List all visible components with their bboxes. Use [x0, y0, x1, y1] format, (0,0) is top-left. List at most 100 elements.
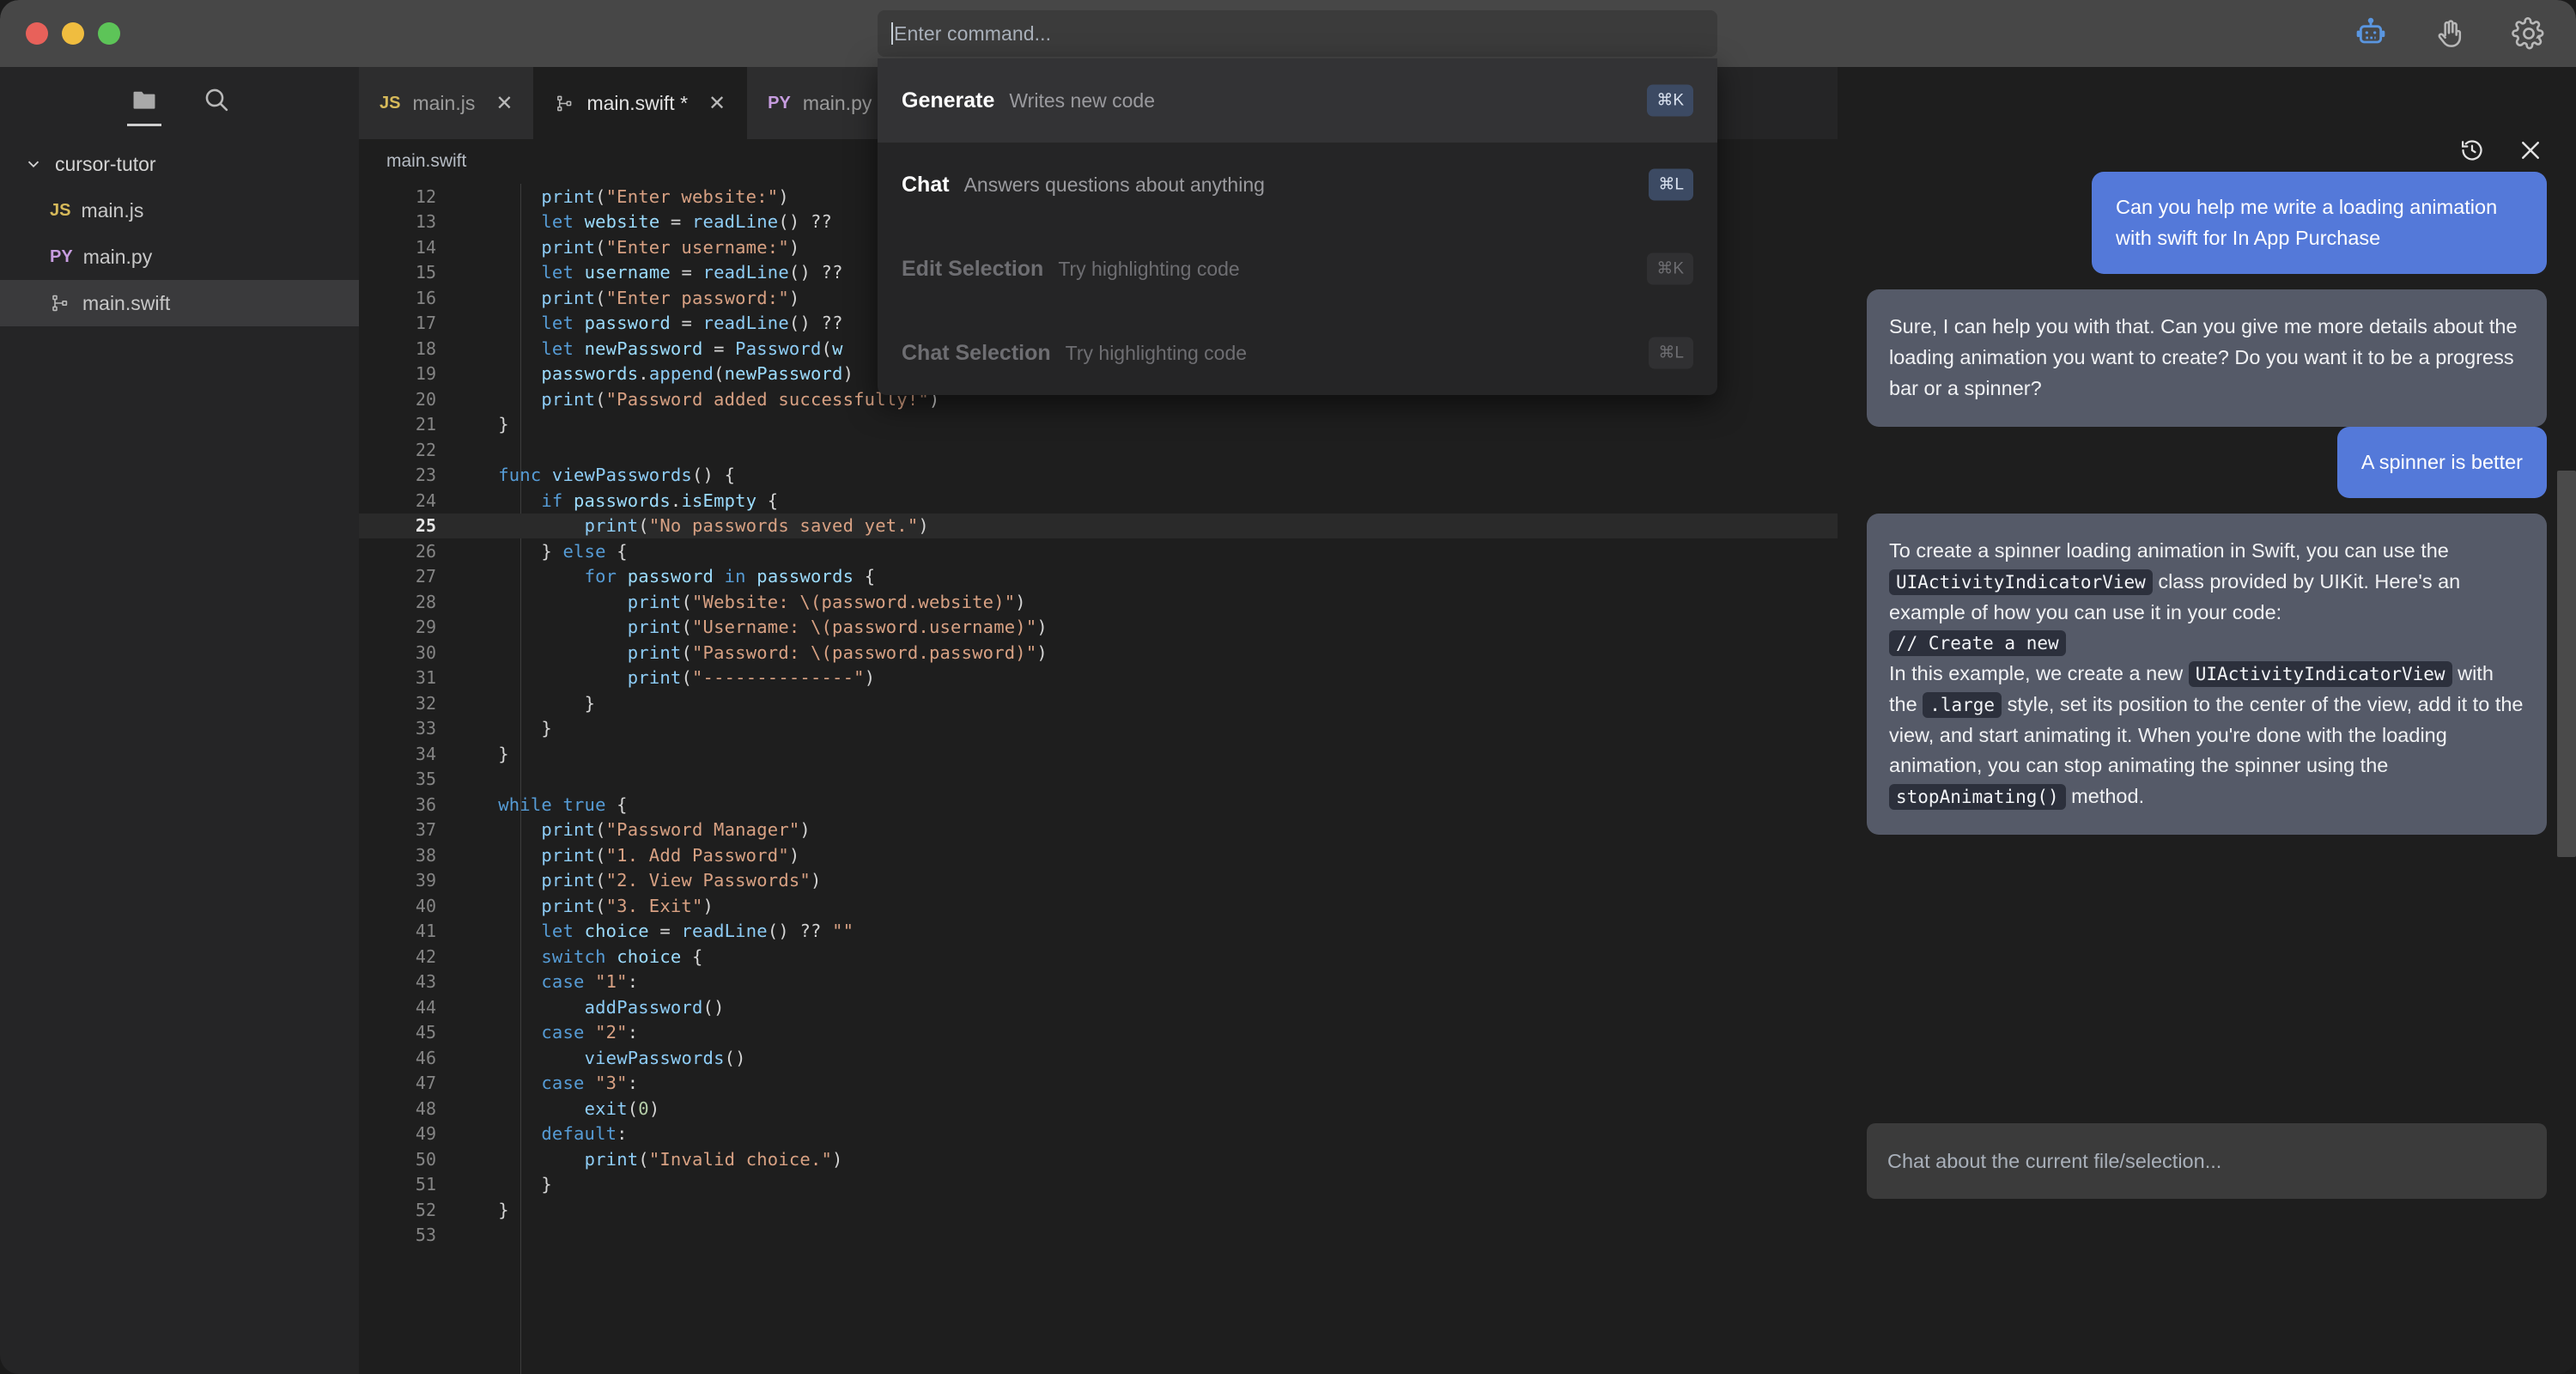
tab-label: main.swift * — [586, 91, 689, 114]
palette-item-title: Generate — [902, 88, 995, 112]
line-number: 47 — [415, 1073, 436, 1094]
zoom-window-button[interactable] — [98, 22, 120, 45]
close-icon[interactable]: ✕ — [708, 91, 726, 116]
line-number: 29 — [415, 617, 436, 638]
code-line-text: print("--------------") — [627, 667, 876, 689]
line-number: 20 — [415, 388, 436, 410]
code-line-text: let website = readLine() ?? — [541, 211, 833, 233]
line-number: 35 — [415, 769, 436, 790]
palette-item-shortcut: ⌘K — [1647, 252, 1693, 285]
gear-icon[interactable] — [2511, 15, 2547, 52]
code-line-text: func viewPasswords() { — [498, 465, 736, 486]
sidebar-file-main-py[interactable]: PY main.py — [0, 234, 359, 280]
line-number: 50 — [415, 1148, 436, 1170]
search-icon[interactable] — [199, 82, 234, 117]
explorer-icon[interactable] — [127, 82, 161, 126]
line-number: 27 — [415, 566, 436, 587]
wave-hand-icon[interactable] — [2432, 15, 2468, 52]
palette-item-title: Chat — [902, 172, 950, 197]
code-line-text: let password = readLine() ?? — [541, 313, 843, 334]
history-icon[interactable] — [2458, 136, 2487, 165]
close-window-button[interactable] — [26, 22, 48, 45]
tab-main-py[interactable]: PY main.py — [747, 67, 894, 139]
code-line-text: print("Password: \(password.password)") — [627, 641, 1048, 663]
line-number: 51 — [415, 1174, 436, 1195]
code-line-text: print("Username: \(password.username)") — [627, 617, 1048, 638]
message-text: method. — [2065, 785, 2145, 808]
line-number: 32 — [415, 692, 436, 714]
close-icon[interactable]: ✕ — [495, 91, 513, 116]
chat-input[interactable]: Chat about the current file/selection... — [1867, 1123, 2547, 1199]
code-line-text: } else { — [541, 540, 628, 562]
line-number: 19 — [415, 363, 436, 385]
tab-main-swift[interactable]: main.swift * ✕ — [534, 67, 748, 139]
code-line-text: } — [541, 718, 552, 739]
code-line-text: addPassword() — [584, 996, 725, 1018]
palette-item-shortcut: ⌘K — [1647, 84, 1693, 117]
line-number: 23 — [415, 465, 436, 486]
line-number: 41 — [415, 921, 436, 942]
tab-main-js[interactable]: JS main.js ✕ — [359, 67, 535, 139]
robot-icon[interactable] — [2353, 15, 2389, 52]
line-number: 34 — [415, 743, 436, 764]
line-number: 49 — [415, 1123, 436, 1145]
code-line-text: case "1": — [541, 971, 639, 993]
line-number: 26 — [415, 540, 436, 562]
line-number: 39 — [415, 870, 436, 891]
line-number: 21 — [415, 414, 436, 435]
message-text: To create a spinner loading animation in… — [1889, 539, 2449, 562]
close-icon[interactable] — [2516, 136, 2545, 165]
title-bar: Enter command... — [0, 0, 2576, 67]
code-line-text: print("Enter website:") — [541, 185, 789, 207]
file-tree: cursor-tutor JS main.js PY main.py main.… — [0, 132, 359, 326]
code-line-text: let newPassword = Password(w — [541, 337, 843, 359]
sidebar-file-main-js[interactable]: JS main.js — [0, 187, 359, 234]
chat-message-assistant: To create a spinner loading animation in… — [1867, 514, 2547, 835]
traffic-lights — [26, 22, 120, 45]
sidebar-file-label: main.py — [82, 245, 153, 268]
sidebar-file-main-swift[interactable]: main.swift — [0, 280, 359, 326]
chevron-down-icon — [27, 161, 39, 168]
line-number: 36 — [415, 793, 436, 815]
line-number: 53 — [415, 1225, 436, 1246]
palette-item-desc: Writes new code — [1009, 88, 1155, 112]
sidebar-file-label: main.js — [81, 198, 144, 222]
code-line-text: } — [541, 1174, 552, 1195]
line-number: 28 — [415, 591, 436, 612]
code-line-text: while true { — [498, 793, 628, 815]
line-number: 12 — [415, 185, 436, 207]
line-number: 22 — [415, 439, 436, 460]
chat-message-user: A spinner is better — [2336, 426, 2547, 499]
code-line-text: print("Enter password:") — [541, 287, 800, 308]
line-number: 44 — [415, 996, 436, 1018]
tab-label: main.py — [802, 91, 872, 114]
command-input[interactable]: Enter command... — [878, 10, 1717, 57]
sidebar-file-label: main.swift — [82, 291, 171, 314]
palette-item-chat[interactable]: Chat Answers questions about anything ⌘L — [878, 143, 1717, 227]
chat-toolbar — [2458, 136, 2545, 165]
code-line-text: case "3": — [541, 1073, 639, 1094]
palette-item-desc: Answers questions about anything — [963, 173, 1265, 196]
code-line-text: viewPasswords() — [584, 1047, 746, 1068]
inline-code: // Create a new — [1889, 630, 2066, 657]
code-line-text: let username = readLine() ?? — [541, 262, 843, 283]
line-number: 13 — [415, 211, 436, 233]
line-number: 42 — [415, 945, 436, 967]
line-number: 18 — [415, 337, 436, 359]
palette-item-generate[interactable]: Generate Writes new code ⌘K — [878, 58, 1717, 143]
message-text: In this example, we create a new — [1889, 662, 2189, 685]
tree-root-cursor-tutor[interactable]: cursor-tutor — [0, 141, 359, 187]
js-file-icon: JS — [50, 200, 71, 220]
minimize-window-button[interactable] — [62, 22, 84, 45]
line-number: 15 — [415, 262, 436, 283]
chat-input-placeholder: Chat about the current file/selection... — [1887, 1149, 2222, 1172]
chat-scrollbar[interactable] — [2557, 471, 2576, 857]
code-line-text: let choice = readLine() ?? "" — [541, 921, 854, 942]
code-line-text: default: — [541, 1123, 628, 1145]
code-line-text: print("Enter username:") — [541, 236, 800, 258]
code-line-text: exit(0) — [584, 1097, 660, 1119]
code-line-text: } — [498, 414, 509, 435]
sidebar-toolbar — [0, 67, 359, 132]
inline-code: UIActivityIndicatorView — [2188, 661, 2452, 688]
line-number: 17 — [415, 313, 436, 334]
